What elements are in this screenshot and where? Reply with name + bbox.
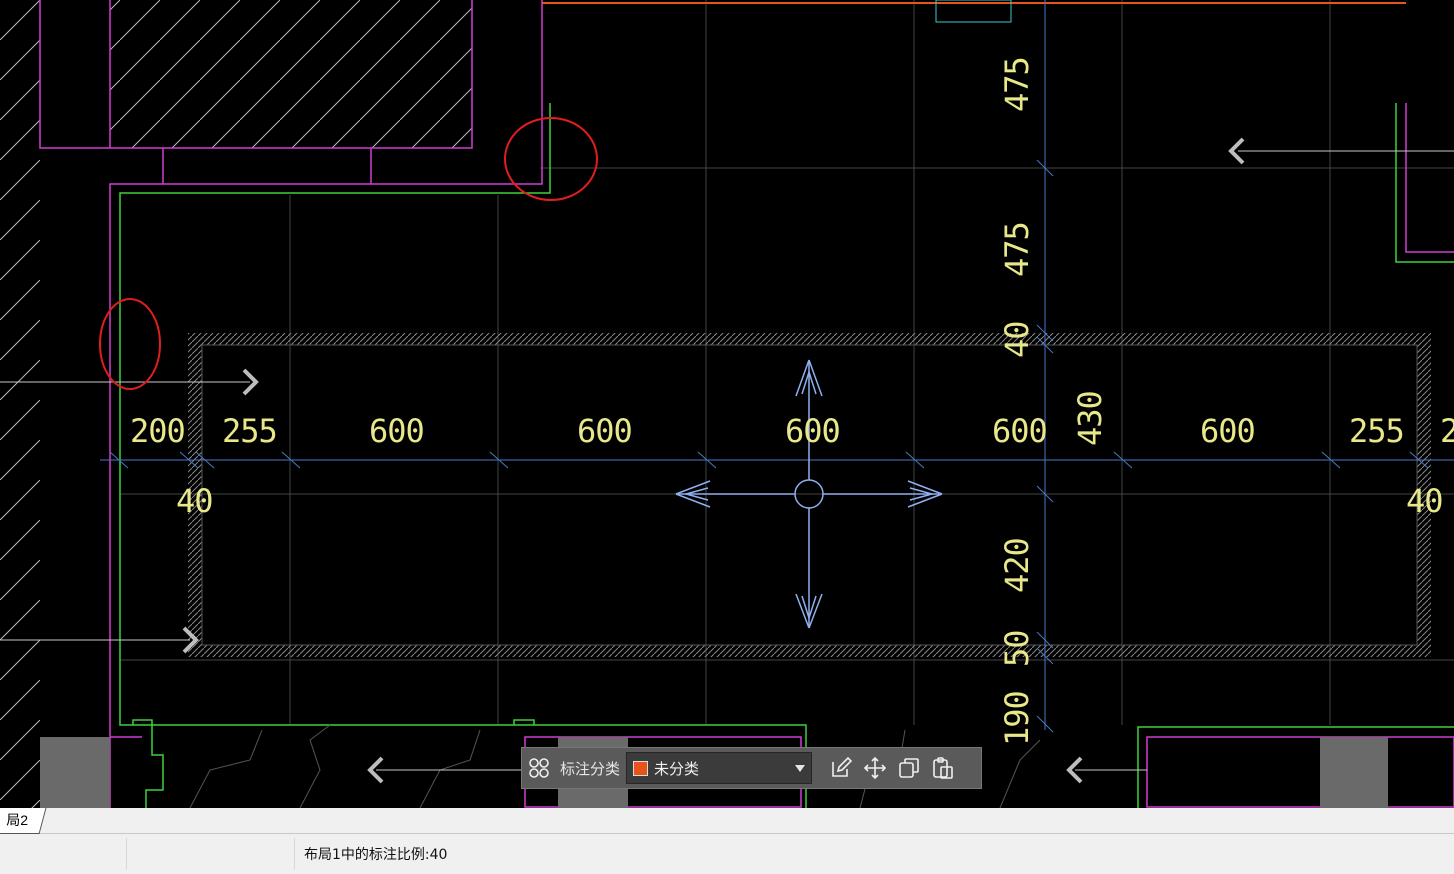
dim-text: 40 — [176, 482, 213, 520]
dim-text: 40 — [1406, 482, 1443, 520]
status-divider — [294, 838, 295, 870]
edit-icon — [832, 756, 853, 777]
dim-text: 420 — [998, 538, 1036, 593]
dim-text: 255 — [1349, 412, 1404, 450]
dim-text: 600 — [785, 412, 840, 450]
dim-text: 50 — [998, 630, 1036, 667]
dim-text: 600 — [992, 412, 1047, 450]
status-bar: 布局1中的标注比例:40 — [0, 834, 1454, 874]
dim-text: 430 — [1071, 391, 1109, 446]
highlight-circle-top — [504, 117, 598, 201]
category-selected-value: 未分类 — [654, 760, 700, 778]
dim-text: 600 — [369, 412, 424, 450]
status-message: 布局1中的标注比例:40 — [304, 847, 448, 863]
dimension-toolbar: 标注分类 未分类 — [521, 747, 982, 789]
cad-drawing[interactable]: 200 255 600 600 600 600 600 255 2 40 40 … — [0, 0, 1454, 808]
dim-text: 40 — [998, 321, 1036, 358]
chevron-down-icon — [795, 765, 806, 772]
move-icon — [863, 756, 887, 780]
cad-drawing-canvas[interactable]: 200 255 600 600 600 600 600 255 2 40 40 … — [0, 0, 1454, 808]
category-label: 标注分类 — [560, 760, 621, 778]
edit-button[interactable] — [824, 751, 858, 785]
category-grid-button[interactable] — [522, 751, 556, 785]
dim-text: 200 — [130, 412, 185, 450]
tab-layout2[interactable]: 局2 — [0, 808, 47, 834]
grey-column-right — [1320, 737, 1388, 808]
dim-text: 475 — [998, 57, 1036, 112]
dim-text: 2 — [1440, 412, 1454, 450]
dim-text: 190 — [998, 691, 1036, 746]
copy-button[interactable] — [892, 751, 926, 785]
hatched-wall-left — [0, 0, 40, 808]
dim-text: 255 — [222, 412, 277, 450]
layout-tab-bar: 局2 — [0, 808, 1454, 834]
highlight-circle-left — [99, 298, 161, 390]
category-select[interactable]: 未分类 — [626, 752, 813, 784]
dim-text: 600 — [1200, 412, 1255, 450]
dim-text: 475 — [998, 222, 1036, 277]
paste-icon — [933, 757, 953, 779]
grid-four-circles-icon — [529, 758, 549, 778]
hatched-wall-top — [110, 0, 472, 148]
move-button[interactable] — [858, 751, 892, 785]
tab-label: 局2 — [6, 812, 29, 828]
grey-column-left — [40, 737, 110, 808]
status-divider — [126, 838, 127, 870]
paste-button[interactable] — [926, 751, 960, 785]
dim-text: 600 — [577, 412, 632, 450]
category-color-swatch — [633, 760, 649, 776]
copy-icon — [899, 758, 919, 778]
